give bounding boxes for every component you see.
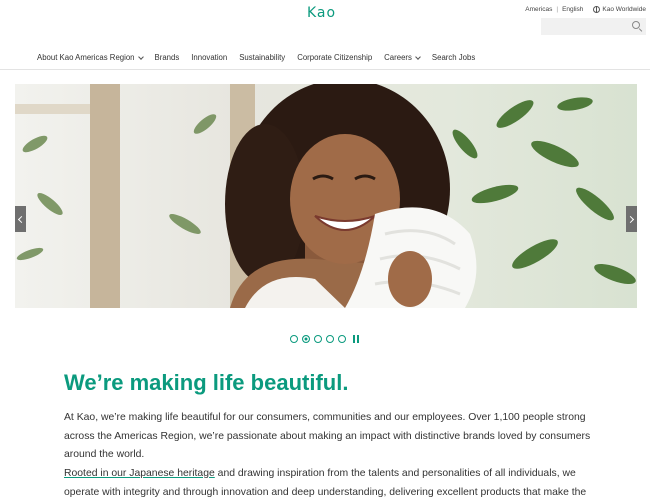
nav-item-corporate-citizenship[interactable]: Corporate Citizenship [297, 53, 372, 62]
header-divider [0, 69, 650, 70]
carousel-prev-button[interactable] [15, 206, 26, 232]
search-input[interactable] [541, 21, 646, 38]
carousel-dot-4[interactable] [326, 335, 334, 343]
page-headline: We’re making life beautiful. [64, 370, 349, 395]
separator: | [556, 6, 559, 13]
nav-label: Brands [154, 53, 180, 62]
kao-worldwide-link[interactable]: Kao Worldwide [602, 6, 646, 13]
search-icon[interactable] [632, 21, 640, 29]
chevron-down-icon [137, 53, 144, 60]
main-nav: About Kao Americas Region Brands Innovat… [37, 53, 487, 62]
nav-item-careers[interactable]: Careers [384, 53, 421, 62]
search-box[interactable] [541, 18, 646, 38]
hero-carousel-image [15, 84, 637, 308]
japanese-heritage-link[interactable]: Rooted in our Japanese heritage [64, 468, 215, 479]
nav-item-innovation[interactable]: Innovation [191, 53, 227, 62]
pause-icon[interactable] [353, 335, 361, 343]
nav-label: Innovation [191, 53, 228, 62]
nav-item-brands[interactable]: Brands [155, 53, 180, 62]
nav-item-sustainability[interactable]: Sustainability [239, 53, 285, 62]
globe-icon [593, 6, 601, 13]
language-link[interactable]: English [562, 6, 583, 13]
chevron-left-icon [17, 215, 26, 223]
chevron-down-icon [415, 53, 421, 60]
carousel-dot-1[interactable] [290, 335, 298, 343]
nav-item-about[interactable]: About Kao Americas Region [37, 53, 144, 62]
kao-logo[interactable]: Kao [307, 5, 336, 21]
nav-label: Careers [384, 53, 412, 62]
hero-photo [15, 84, 637, 308]
utility-bar: Americas | English Kao Worldwide [525, 6, 646, 13]
nav-item-search-jobs[interactable]: Search Jobs [432, 53, 475, 62]
carousel-next-button[interactable] [626, 206, 637, 232]
carousel-dot-2[interactable] [302, 335, 310, 343]
carousel-dot-5[interactable] [338, 335, 346, 343]
carousel-dot-3[interactable] [314, 335, 322, 343]
nav-label: Corporate Citizenship [297, 53, 373, 62]
heritage-paragraph: Rooted in our Japanese heritage and draw… [64, 465, 594, 500]
nav-label: About Kao Americas Region [37, 53, 135, 62]
carousel-pagination [290, 335, 361, 343]
region-link[interactable]: Americas [525, 6, 552, 13]
nav-label: Search Jobs [431, 53, 476, 62]
intro-paragraph: At Kao, we’re making life beautiful for … [64, 412, 591, 460]
nav-label: Sustainability [239, 53, 286, 62]
chevron-right-icon [626, 215, 635, 223]
